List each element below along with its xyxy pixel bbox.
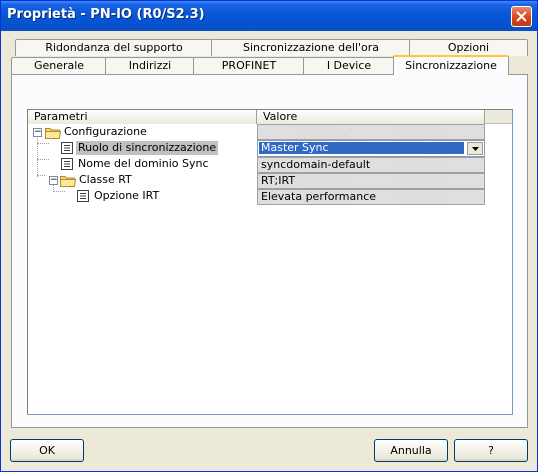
parameter-icon bbox=[61, 142, 73, 154]
cancel-button[interactable]: Annulla bbox=[374, 439, 448, 462]
row-label: Nome del dominio Sync bbox=[78, 157, 209, 170]
folder-icon bbox=[60, 176, 76, 187]
tab-panel: Parametri Valore − Configurazione Ruolo … bbox=[11, 74, 528, 428]
table-row[interactable]: Nome del dominio Sync syncdomain-default bbox=[28, 156, 512, 173]
row-label: Opzione IRT bbox=[94, 189, 160, 202]
table-row[interactable]: Ruolo di sincronizzazione Master Sync bbox=[28, 140, 512, 157]
tab-sincronizzazione[interactable]: Sincronizzazione bbox=[393, 55, 509, 75]
table-row[interactable]: − Classe RT RT;IRT bbox=[28, 172, 512, 189]
title-bar[interactable]: Proprietà - PN-IO (R0/S2.3) bbox=[1, 1, 537, 31]
tab-sincronizzazione-ora[interactable]: Sincronizzazione dell'ora bbox=[211, 39, 411, 56]
help-button[interactable]: ? bbox=[454, 439, 528, 462]
row-value[interactable]: Elevata performance bbox=[257, 189, 485, 205]
table-row[interactable]: − Configurazione bbox=[28, 124, 512, 140]
collapse-icon[interactable]: − bbox=[49, 176, 58, 185]
ok-button[interactable]: OK bbox=[10, 439, 84, 462]
parameter-icon bbox=[61, 158, 73, 170]
chevron-down-icon bbox=[471, 146, 479, 151]
row-value[interactable]: syncdomain-default bbox=[257, 157, 485, 173]
table-header: Parametri Valore bbox=[28, 110, 512, 124]
column-header-parametri[interactable]: Parametri bbox=[28, 110, 257, 124]
tab-indirizzi[interactable]: Indirizzi bbox=[105, 57, 195, 74]
parameter-table[interactable]: Parametri Valore − Configurazione Ruolo … bbox=[27, 109, 513, 415]
table-row[interactable]: Opzione IRT Elevata performance bbox=[28, 188, 512, 205]
folder-icon bbox=[45, 128, 61, 139]
row-label: Configurazione bbox=[64, 125, 147, 138]
window-title: Proprietà - PN-IO (R0/S2.3) bbox=[7, 7, 205, 22]
dropdown-button[interactable] bbox=[467, 142, 483, 155]
parameter-icon bbox=[77, 190, 89, 202]
properties-dialog: Proprietà - PN-IO (R0/S2.3) Ridondanza d… bbox=[0, 0, 538, 472]
close-icon bbox=[516, 11, 527, 22]
tab-ridondanza[interactable]: Ridondanza del supporto bbox=[15, 39, 213, 56]
tab-profinet[interactable]: PROFINET bbox=[193, 57, 305, 74]
row-value bbox=[257, 124, 485, 140]
row-label: Classe RT bbox=[79, 173, 132, 186]
combo-selected-value: Master Sync bbox=[259, 142, 464, 154]
tab-opzioni[interactable]: Opzioni bbox=[409, 39, 528, 56]
close-button[interactable] bbox=[511, 6, 532, 27]
row-label: Ruolo di sincronizzazione bbox=[76, 141, 219, 155]
sync-role-combobox[interactable]: Master Sync bbox=[257, 140, 485, 157]
collapse-icon[interactable]: − bbox=[33, 128, 42, 137]
row-value[interactable]: RT;IRT bbox=[257, 173, 485, 189]
column-header-valore[interactable]: Valore bbox=[257, 110, 485, 124]
tab-i-device[interactable]: I Device bbox=[303, 57, 395, 74]
tab-generale[interactable]: Generale bbox=[11, 57, 107, 74]
